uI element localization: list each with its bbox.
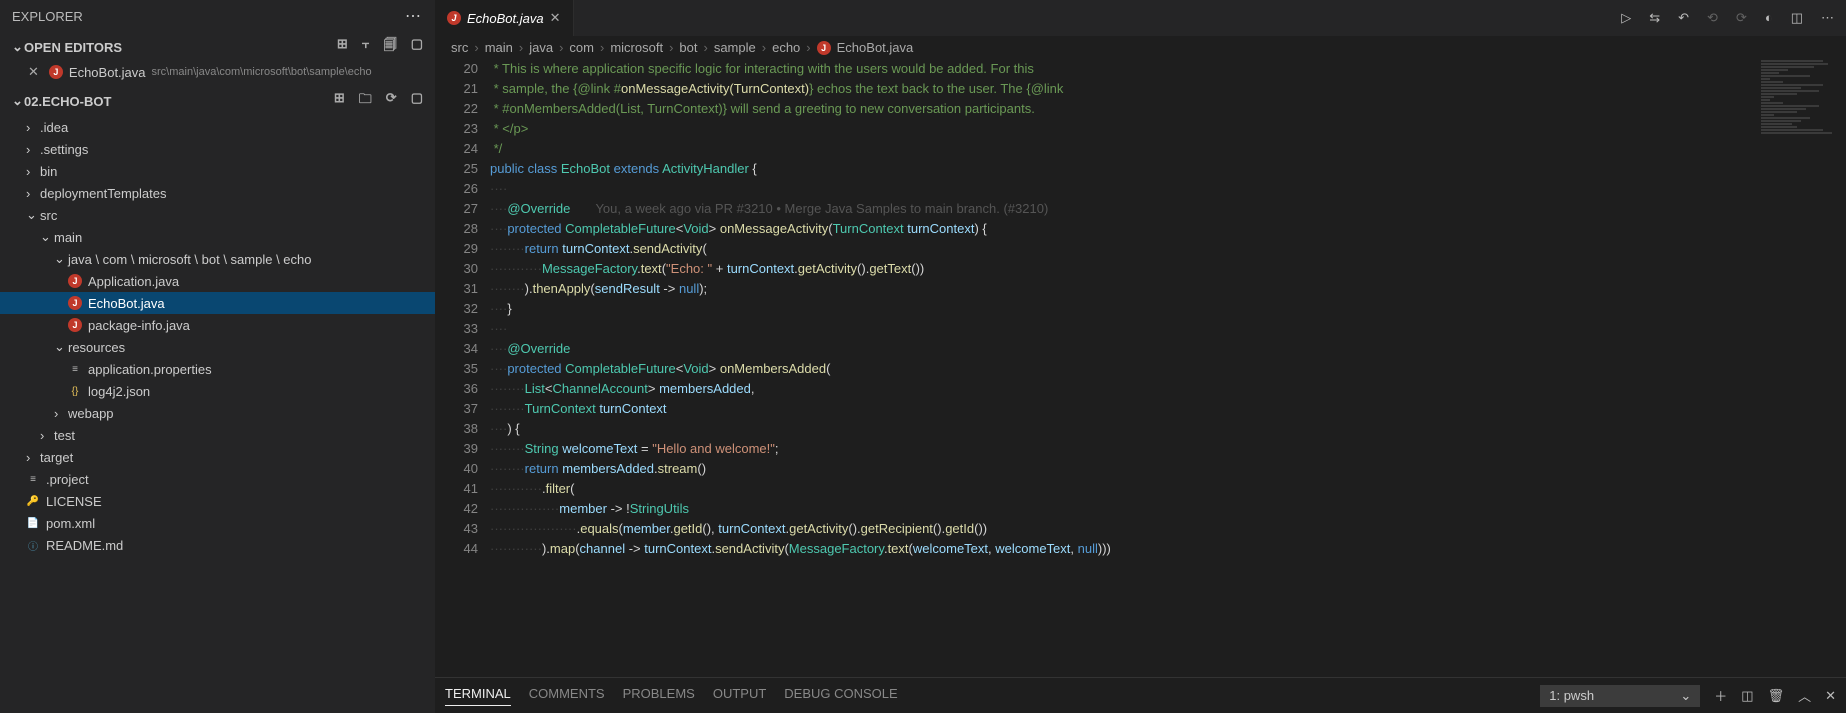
java-file-icon: J: [68, 296, 82, 310]
refresh-icon[interactable]: ⟳: [386, 90, 397, 112]
open-changes-icon[interactable]: ◐: [1765, 10, 1773, 26]
chevron-down-icon: ⌄: [1680, 688, 1691, 704]
license-file-icon: 🔑: [26, 494, 40, 508]
tree-folder-idea[interactable]: .idea: [0, 116, 435, 138]
open-editors-header[interactable]: OPEN EDITORS ⊞ ⫟ 🗐 ▢: [0, 32, 435, 62]
nav-back-icon[interactable]: ↶: [1678, 10, 1689, 26]
tree-file-readme[interactable]: ⓘREADME.md: [0, 534, 435, 556]
tree-folder-deployment[interactable]: deploymentTemplates: [0, 182, 435, 204]
tree-file-log4j2[interactable]: log4j2.json: [0, 380, 435, 402]
tree-file-appprops[interactable]: application.properties: [0, 358, 435, 380]
tree-folder-package[interactable]: java \ com \ microsoft \ bot \ sample \ …: [0, 248, 435, 270]
java-file-icon: J: [447, 11, 461, 25]
open-editor-filename: EchoBot.java: [69, 65, 146, 80]
chevron-down-icon: [54, 251, 62, 267]
tree-file-packageinfo[interactable]: Jpackage-info.java: [0, 314, 435, 336]
kill-terminal-icon[interactable]: 🗑: [1768, 688, 1785, 704]
panel-tab-comments[interactable]: COMMENTS: [529, 686, 605, 706]
java-file-icon: J: [68, 274, 82, 288]
nav-prev-icon[interactable]: ⟲: [1707, 10, 1718, 26]
code-content[interactable]: * This is where application specific log…: [490, 59, 1846, 677]
close-all-icon[interactable]: ▢: [411, 36, 423, 58]
xml-file-icon: 📄: [26, 516, 40, 530]
tree-folder-settings[interactable]: .settings: [0, 138, 435, 160]
chevron-down-icon: [40, 229, 48, 245]
properties-file-icon: [68, 362, 82, 376]
chevron-down-icon: [12, 93, 20, 109]
code-editor[interactable]: 2021222324252627282930313233343536373839…: [435, 59, 1846, 677]
file-icon: [26, 472, 40, 486]
nav-next-icon[interactable]: ⟳: [1736, 10, 1747, 26]
java-file-icon: J: [817, 41, 831, 55]
tree-folder-src[interactable]: src: [0, 204, 435, 226]
tree-file-application[interactable]: JApplication.java: [0, 270, 435, 292]
explorer-more-icon[interactable]: ⋯: [405, 6, 423, 26]
java-file-icon: J: [49, 65, 63, 79]
project-header[interactable]: 02.ECHO-BOT ⊞ 🗀 ⟳ ▢: [0, 86, 435, 116]
open-editors-title: OPEN EDITORS: [24, 40, 122, 55]
close-panel-icon[interactable]: ✕: [1825, 688, 1836, 704]
chevron-right-icon: [54, 406, 62, 421]
panel-tab-problems[interactable]: PROBLEMS: [623, 686, 695, 706]
maximize-panel-icon[interactable]: ︿: [1798, 686, 1811, 705]
tree-folder-target[interactable]: target: [0, 446, 435, 468]
panel-tab-debug[interactable]: DEBUG CONSOLE: [784, 686, 897, 706]
info-file-icon: ⓘ: [26, 538, 40, 552]
panel: TERMINAL COMMENTS PROBLEMS OUTPUT DEBUG …: [435, 677, 1846, 713]
toggle-vertical-icon[interactable]: ⫟: [362, 36, 370, 58]
panel-tab-output[interactable]: OUTPUT: [713, 686, 766, 706]
minimap[interactable]: [1756, 59, 1846, 219]
chevron-right-icon: [26, 142, 34, 157]
editor-actions: ▷ ⇆ ↶ ⟲ ⟳ ◐ ◫ ⋯: [1621, 10, 1846, 26]
sidebar: EXPLORER ⋯ OPEN EDITORS ⊞ ⫟ 🗐 ▢ ✕ J Echo…: [0, 0, 435, 713]
chevron-right-icon: [40, 428, 48, 443]
panel-tab-terminal[interactable]: TERMINAL: [445, 686, 511, 706]
new-terminal-icon[interactable]: ＋: [1714, 686, 1727, 705]
save-all-icon[interactable]: 🗐: [384, 36, 397, 58]
tree-folder-resources[interactable]: resources: [0, 336, 435, 358]
tree-file-echobot[interactable]: JEchoBot.java: [0, 292, 435, 314]
open-editor-item[interactable]: ✕ J EchoBot.java src\main\java\com\micro…: [0, 62, 435, 86]
chevron-down-icon: [54, 339, 62, 355]
close-icon[interactable]: ✕: [28, 64, 39, 80]
chevron-down-icon: [26, 207, 34, 223]
chevron-right-icon: [26, 164, 34, 179]
json-file-icon: [68, 384, 82, 398]
new-folder-icon[interactable]: 🗀: [359, 90, 372, 112]
tab-bar: J EchoBot.java ✕ ▷ ⇆ ↶ ⟲ ⟳ ◐ ◫ ⋯: [435, 0, 1846, 36]
project-name: 02.ECHO-BOT: [24, 94, 111, 109]
run-icon[interactable]: ▷: [1621, 10, 1631, 26]
explorer-header: EXPLORER ⋯: [0, 0, 435, 32]
panel-tabs: TERMINAL COMMENTS PROBLEMS OUTPUT DEBUG …: [445, 686, 898, 706]
close-icon[interactable]: ✕: [550, 10, 561, 26]
open-editor-path: src\main\java\com\microsoft\bot\sample\e…: [152, 66, 372, 78]
java-file-icon: J: [68, 318, 82, 332]
breadcrumb[interactable]: src› main› java› com› microsoft› bot› sa…: [435, 36, 1846, 59]
file-tree: .idea .settings bin deploymentTemplates …: [0, 116, 435, 713]
tree-file-license[interactable]: 🔑LICENSE: [0, 490, 435, 512]
line-gutter: 2021222324252627282930313233343536373839…: [435, 59, 490, 677]
tree-folder-test[interactable]: test: [0, 424, 435, 446]
new-untitled-icon[interactable]: ⊞: [337, 36, 348, 58]
tree-folder-bin[interactable]: bin: [0, 160, 435, 182]
compare-icon[interactable]: ⇆: [1649, 10, 1660, 26]
collapse-icon[interactable]: ▢: [411, 90, 423, 112]
tree-folder-webapp[interactable]: webapp: [0, 402, 435, 424]
terminal-selector[interactable]: 1: pwsh ⌄: [1540, 685, 1700, 707]
chevron-right-icon: [26, 186, 34, 201]
main: J EchoBot.java ✕ ▷ ⇆ ↶ ⟲ ⟳ ◐ ◫ ⋯ src› ma…: [435, 0, 1846, 713]
chevron-right-icon: [26, 120, 34, 135]
tree-file-project[interactable]: .project: [0, 468, 435, 490]
chevron-right-icon: [26, 450, 34, 465]
tab-echobot[interactable]: J EchoBot.java ✕: [435, 0, 574, 36]
more-icon[interactable]: ⋯: [1821, 10, 1834, 26]
split-terminal-icon[interactable]: ◫: [1741, 688, 1753, 704]
tab-label: EchoBot.java: [467, 11, 544, 26]
tree-file-pom[interactable]: 📄pom.xml: [0, 512, 435, 534]
chevron-down-icon: [12, 39, 20, 55]
new-file-icon[interactable]: ⊞: [334, 90, 345, 112]
explorer-title: EXPLORER: [12, 9, 83, 24]
split-icon[interactable]: ◫: [1791, 10, 1803, 26]
tree-folder-main[interactable]: main: [0, 226, 435, 248]
